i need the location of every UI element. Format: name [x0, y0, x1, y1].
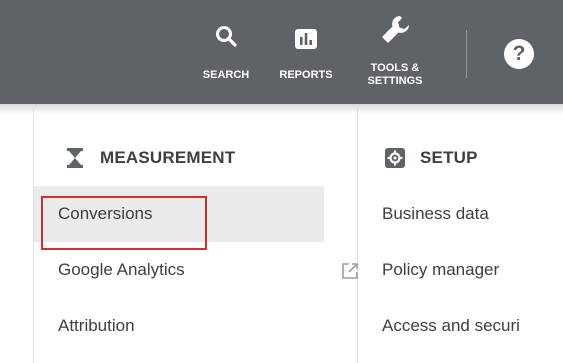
setup-column: SETUP Business data Policy manager Acces… [358, 130, 563, 354]
menu-item-attribution[interactable]: Attribution [34, 298, 357, 354]
reports-label: REPORTS [279, 69, 333, 81]
hourglass-icon [64, 147, 86, 169]
tools-settings-label: TOOLS & SETTINGS [367, 62, 423, 87]
menu-item-google-analytics[interactable]: Google Analytics [34, 242, 359, 298]
menu-item-label: Access and securi [382, 316, 520, 335]
open-in-new-icon [341, 262, 359, 285]
top-toolbar: SEARCH REPORTS TOOLS & SETTINGS ? [0, 0, 563, 104]
search-label: SEARCH [202, 69, 250, 81]
menu-item-label: Attribution [58, 316, 135, 335]
menu-item-label: Google Analytics [58, 260, 185, 279]
reports-icon [294, 28, 318, 55]
panel-shadow [0, 104, 563, 114]
search-button[interactable]: SEARCH [186, 0, 266, 104]
menu-item-conversions[interactable]: Conversions [34, 186, 324, 242]
measurement-heading: MEASUREMENT [34, 130, 357, 186]
menu-item-business-data[interactable]: Business data [358, 186, 563, 242]
menu-item-policy-manager[interactable]: Policy manager [358, 242, 563, 298]
menu-item-access-and-security[interactable]: Access and securi [358, 298, 563, 354]
menu-item-label: Business data [382, 204, 489, 223]
help-icon[interactable]: ? [504, 39, 534, 69]
setup-title: SETUP [420, 148, 478, 167]
measurement-title: MEASUREMENT [100, 148, 236, 167]
menu-item-label: Policy manager [382, 260, 500, 279]
reports-button[interactable]: REPORTS [266, 0, 346, 104]
setup-heading: SETUP [358, 130, 563, 186]
search-icon [214, 24, 238, 53]
menu-item-label: Conversions [58, 204, 153, 223]
wrench-icon [380, 14, 412, 53]
measurement-column: MEASUREMENT Conversions Google Analytics… [34, 130, 359, 354]
toolbar-divider [466, 30, 467, 78]
setup-gear-icon [384, 147, 406, 169]
tools-settings-button[interactable]: TOOLS & SETTINGS [350, 0, 440, 104]
